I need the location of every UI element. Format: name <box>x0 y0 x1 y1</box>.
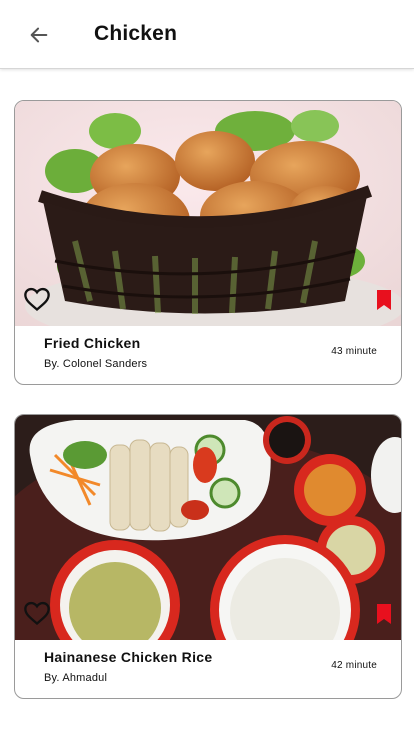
recipe-name: Fried Chicken <box>44 335 141 351</box>
recipe-photo <box>15 415 401 640</box>
recipe-photo <box>15 101 401 326</box>
recipe-card-fried-chicken[interactable]: Fried Chicken By. Colonel Sanders 43 min… <box>14 100 402 385</box>
favorite-button[interactable] <box>23 286 51 312</box>
recipe-info: Hainanese Chicken Rice By. Ahmadul 42 mi… <box>15 640 401 698</box>
arrow-left-icon <box>30 27 48 43</box>
heart-outline-icon <box>24 601 50 626</box>
heart-outline-icon <box>24 287 50 312</box>
bookmark-button[interactable] <box>376 289 392 311</box>
recipe-time: 43 minute <box>331 346 377 357</box>
recipe-author: By. Ahmadul <box>44 672 108 684</box>
bookmark-button[interactable] <box>376 603 392 625</box>
page-title: Chicken <box>94 22 178 45</box>
bookmark-icon <box>377 604 391 624</box>
favorite-button[interactable] <box>23 600 51 626</box>
recipe-info: Fried Chicken By. Colonel Sanders 43 min… <box>15 326 401 384</box>
bookmark-icon <box>377 290 391 310</box>
app-bar: Chicken <box>0 0 414 69</box>
recipe-card-hainanese-chicken-rice[interactable]: Hainanese Chicken Rice By. Ahmadul 42 mi… <box>14 414 402 699</box>
recipe-time: 42 minute <box>331 660 377 671</box>
recipe-name: Hainanese Chicken Rice <box>44 649 213 665</box>
recipe-author: By. Colonel Sanders <box>44 358 148 370</box>
back-button[interactable] <box>24 20 54 50</box>
